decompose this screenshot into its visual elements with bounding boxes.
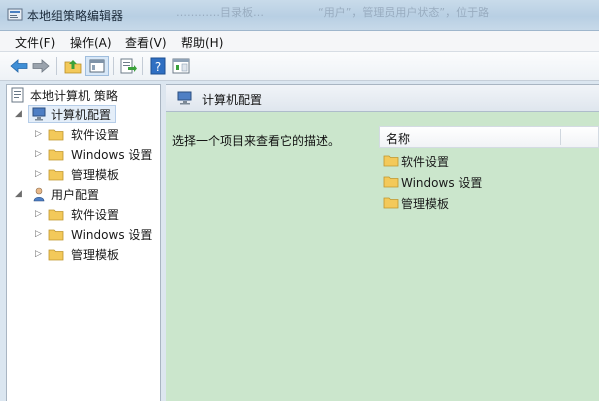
collapsed-triangle-icon[interactable]: ▷ xyxy=(35,228,45,240)
toolbar-separator xyxy=(113,57,114,75)
list-item[interactable]: 管理模板 xyxy=(381,193,541,213)
background-window-text: “用户”，管理员用户状态”，位于路 xyxy=(318,6,490,19)
list-item-label: 软件设置 xyxy=(401,155,450,169)
tree-node-software-settings[interactable]: ▷ 软件设置 xyxy=(35,205,159,223)
folder-icon xyxy=(48,209,64,221)
group-policy-app-icon xyxy=(7,8,23,21)
tree-node-label: 计算机配置 xyxy=(51,108,112,122)
computer-icon xyxy=(177,91,192,105)
details-header-title: 计算机配置 xyxy=(202,93,263,107)
collapsed-triangle-icon[interactable]: ▷ xyxy=(35,248,45,260)
console-tree-icon xyxy=(89,59,105,73)
help-icon[interactable]: ? xyxy=(148,56,168,76)
toolbar: ? xyxy=(0,52,599,81)
collapsed-triangle-icon[interactable]: ▷ xyxy=(35,148,45,160)
export-list-icon[interactable] xyxy=(118,56,138,76)
tree-node-label: 管理模板 xyxy=(71,168,120,182)
folder-icon xyxy=(383,155,399,167)
expanded-triangle-icon[interactable]: ◢ xyxy=(15,108,25,120)
tree-node-label: 软件设置 xyxy=(71,128,120,142)
folder-icon xyxy=(48,249,64,261)
tree-node-windows-settings[interactable]: ▷ Windows 设置 xyxy=(35,145,159,163)
collapsed-triangle-icon[interactable]: ▷ xyxy=(35,208,45,220)
computer-icon xyxy=(32,107,46,121)
window-title: 本地组策略编辑器 xyxy=(27,9,124,23)
folder-icon xyxy=(48,169,64,181)
tree-node-windows-settings[interactable]: ▷ Windows 设置 xyxy=(35,225,159,243)
up-folder-icon[interactable] xyxy=(63,56,83,76)
svg-text:?: ? xyxy=(155,60,161,74)
console-tree[interactable]: 本地计算机 策略 ◢ 计算机配置 ▷ 软件设置 ▷ Windows 设置 ▷ 管… xyxy=(6,84,161,401)
back-arrow-icon[interactable] xyxy=(9,56,29,76)
collapsed-triangle-icon[interactable]: ▷ xyxy=(35,128,45,140)
tree-node-label: Windows 设置 xyxy=(71,228,153,242)
background-window-text: …………目录板… xyxy=(176,6,264,19)
toolbar-separator xyxy=(142,57,143,75)
show-hide-action-pane-icon[interactable] xyxy=(171,56,191,76)
details-pane: 计算机配置 选择一个项目来查看它的描述。 名称 软件设置 Windows 设置 … xyxy=(166,84,599,401)
tree-node-label: 本地计算机 策略 xyxy=(30,89,118,103)
title-bar: 本地组策略编辑器 …………目录板… “用户”，管理员用户状态”，位于路 xyxy=(0,0,599,31)
folder-icon xyxy=(48,129,64,141)
forward-arrow-icon[interactable] xyxy=(31,56,51,76)
policy-icon xyxy=(11,87,24,103)
list-column-header[interactable]: 名称 xyxy=(379,126,599,148)
tree-node-label: 用户配置 xyxy=(51,188,100,202)
tree-node-administrative-templates[interactable]: ▷ 管理模板 xyxy=(35,245,159,263)
expanded-triangle-icon[interactable]: ◢ xyxy=(15,188,25,200)
tree-node-label: 软件设置 xyxy=(71,208,120,222)
toolbar-separator xyxy=(56,57,57,75)
list-item[interactable]: Windows 设置 xyxy=(381,172,541,192)
collapsed-triangle-icon[interactable]: ▷ xyxy=(35,168,45,180)
column-header-name[interactable]: 名称 xyxy=(386,130,410,147)
menu-bar: 文件(F) 操作(A) 查看(V) 帮助(H) xyxy=(0,31,599,52)
tree-node-user-configuration[interactable]: ◢ 用户配置 xyxy=(15,185,161,203)
list-item-label: Windows 设置 xyxy=(401,176,483,190)
menu-file[interactable]: 文件(F) xyxy=(15,34,55,51)
column-divider[interactable] xyxy=(560,129,561,145)
list-item-label: 管理模板 xyxy=(401,197,450,211)
tree-node-label: Windows 设置 xyxy=(71,148,153,162)
details-header: 计算机配置 xyxy=(166,85,599,112)
tree-node-local-computer-policy[interactable]: 本地计算机 策略 xyxy=(10,86,158,104)
list-item[interactable]: 软件设置 xyxy=(381,151,541,171)
folder-icon xyxy=(48,229,64,241)
show-hide-console-tree-button[interactable] xyxy=(85,56,109,76)
user-icon xyxy=(33,187,45,202)
menu-action[interactable]: 操作(A) xyxy=(70,34,112,51)
tree-node-administrative-templates[interactable]: ▷ 管理模板 xyxy=(35,165,159,183)
menu-view[interactable]: 查看(V) xyxy=(125,34,167,51)
folder-icon xyxy=(48,149,64,161)
tree-node-label: 管理模板 xyxy=(71,248,120,262)
tree-node-software-settings[interactable]: ▷ 软件设置 xyxy=(35,125,159,143)
folder-icon xyxy=(383,176,399,188)
menu-help[interactable]: 帮助(H) xyxy=(181,34,223,51)
description-text: 选择一个项目来查看它的描述。 xyxy=(172,134,341,148)
tree-node-computer-configuration[interactable]: ◢ 计算机配置 xyxy=(15,105,161,123)
folder-icon xyxy=(383,197,399,209)
